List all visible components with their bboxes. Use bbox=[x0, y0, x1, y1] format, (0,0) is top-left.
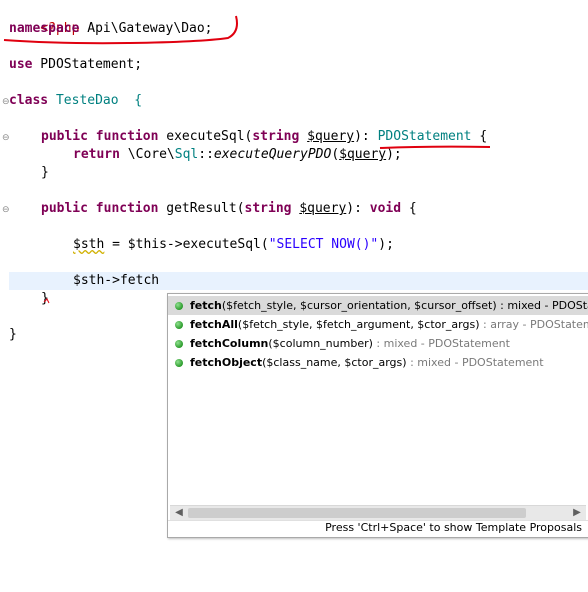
proposal-owner: - PDOStatement bbox=[522, 318, 588, 331]
function-keyword: function bbox=[95, 201, 159, 216]
void-keyword: void bbox=[369, 201, 402, 216]
public-method-icon bbox=[175, 321, 183, 329]
code-line-use[interactable]: use PDOStatement; bbox=[9, 56, 588, 74]
brace: } bbox=[9, 327, 17, 342]
code-line-method1-signature[interactable]: public function executeSql(string $query… bbox=[9, 128, 588, 146]
var-sth: $sth bbox=[73, 237, 105, 252]
proposal-name: fetchAll bbox=[190, 318, 238, 331]
code-line-method2-signature[interactable]: public function getResult(string $query)… bbox=[9, 200, 588, 218]
return-keyword: return bbox=[73, 147, 120, 162]
type-keyword: string bbox=[252, 129, 300, 144]
scrollbar-thumb[interactable] bbox=[188, 508, 526, 518]
param-query: $query bbox=[299, 201, 347, 216]
use-name: PDOStatement; bbox=[32, 57, 143, 72]
brace: } bbox=[41, 165, 49, 180]
code-line-return[interactable]: return \Core\Sql::executeQueryPDO($query… bbox=[9, 146, 588, 164]
proposal-sep: : bbox=[496, 299, 508, 312]
proposal-name: fetch bbox=[190, 299, 222, 312]
type-keyword: string bbox=[244, 201, 292, 216]
proposal-item[interactable]: fetchObject($class_name, $ctor_args) : m… bbox=[168, 353, 588, 372]
use-keyword: use bbox=[9, 57, 33, 72]
proposal-type: array bbox=[490, 318, 520, 331]
call-prefix: \Core\ bbox=[119, 147, 175, 162]
proposal-name: fetchColumn bbox=[190, 337, 269, 350]
method-name: executeSql( bbox=[158, 129, 253, 144]
method-name: getResult( bbox=[158, 201, 245, 216]
public-method-icon bbox=[175, 359, 183, 367]
proposal-signature: ($class_name, $ctor_args) bbox=[262, 356, 407, 369]
return-type: PDOStatement bbox=[377, 129, 472, 144]
popup-status-hint: Press 'Ctrl+Space' to show Template Prop… bbox=[325, 521, 582, 534]
scroll-right-icon[interactable]: ▶ bbox=[570, 506, 584, 520]
code-punct: ): bbox=[346, 201, 370, 216]
namespace-name: Api\Gateway\Dao; bbox=[79, 21, 213, 36]
autocomplete-popup[interactable]: fetch($fetch_style, $cursor_orientation,… bbox=[167, 293, 588, 538]
code-line-class[interactable]: class TesteDao { bbox=[9, 92, 588, 110]
proposal-sep: : bbox=[479, 318, 491, 331]
call-class: Sql bbox=[174, 147, 199, 162]
proposal-list[interactable]: fetch($fetch_style, $cursor_orientation,… bbox=[168, 296, 588, 372]
proposal-type: mixed bbox=[507, 299, 542, 312]
code-line-assign[interactable]: $sth = $this->executeSql("SELECT NOW()")… bbox=[9, 236, 588, 254]
proposal-sep: : bbox=[406, 356, 418, 369]
code-line-php-open[interactable]: <?php bbox=[9, 2, 588, 36]
proposal-item[interactable]: fetchColumn($column_number) : mixed - PD… bbox=[168, 334, 588, 353]
code-punct: { bbox=[401, 201, 417, 216]
proposal-signature: ($fetch_style, $cursor_orientation, $cur… bbox=[221, 299, 497, 312]
class-keyword: class bbox=[9, 93, 49, 108]
proposal-sep: : bbox=[372, 337, 384, 350]
proposal-signature: ($column_number) bbox=[268, 337, 373, 350]
call-method: executeQueryPDO bbox=[213, 147, 332, 162]
proposal-type: mixed bbox=[383, 337, 418, 350]
proposal-owner: - PDOStatement bbox=[450, 356, 544, 369]
typed-text: $sth->fetch bbox=[73, 273, 160, 288]
public-method-icon bbox=[175, 340, 183, 348]
call-close: ); bbox=[386, 147, 402, 162]
public-method-icon bbox=[175, 302, 183, 310]
code-line-method1-close[interactable]: } bbox=[9, 164, 588, 182]
code-punct: ): bbox=[354, 129, 378, 144]
proposal-item[interactable]: fetch($fetch_style, $cursor_orientation,… bbox=[168, 296, 588, 315]
brace: } bbox=[41, 291, 49, 306]
class-name: TesteDao { bbox=[48, 93, 143, 108]
assign-expr: = $this->executeSql( bbox=[104, 237, 269, 252]
code-line-namespace[interactable]: namespace Api\Gateway\Dao; bbox=[9, 20, 588, 38]
call-sep: :: bbox=[198, 147, 214, 162]
public-keyword: public bbox=[41, 129, 88, 144]
scroll-left-icon[interactable]: ◀ bbox=[172, 506, 186, 520]
horizontal-scrollbar[interactable]: ◀ ▶ bbox=[170, 505, 586, 520]
call-open: ( bbox=[331, 147, 340, 162]
code-punct: { bbox=[471, 129, 488, 144]
assign-close: ); bbox=[378, 237, 394, 252]
proposal-signature: ($fetch_style, $fetch_argument, $ctor_ar… bbox=[237, 318, 480, 331]
code-line-current[interactable]: $sth->fetch bbox=[9, 272, 588, 290]
proposal-owner: - PDOStatement bbox=[417, 337, 510, 350]
proposal-item[interactable]: fetchAll($fetch_style, $fetch_argument, … bbox=[168, 315, 588, 334]
call-arg: $query bbox=[339, 147, 387, 162]
function-keyword: function bbox=[95, 129, 159, 144]
sql-string: "SELECT NOW()" bbox=[268, 237, 379, 252]
namespace-keyword: namespace bbox=[9, 21, 80, 36]
proposal-type: mixed bbox=[417, 356, 451, 369]
proposal-name: fetchObject bbox=[190, 356, 263, 369]
proposal-owner: - PDOStatement bbox=[544, 299, 588, 312]
public-keyword: public bbox=[41, 201, 88, 216]
param-query: $query bbox=[307, 129, 355, 144]
